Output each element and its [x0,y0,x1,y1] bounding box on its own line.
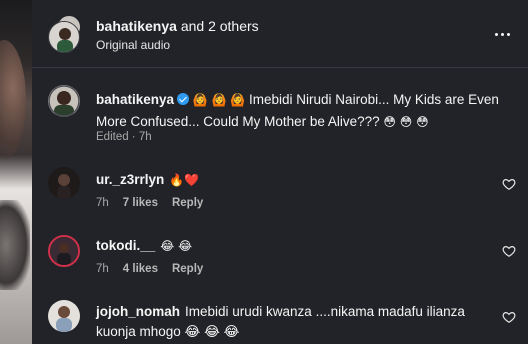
verified-badge-icon [177,93,190,105]
caption-emojis-lead: 🙆 🙆 🙆 [192,93,246,107]
others-label[interactable]: and 2 others [177,18,259,34]
video-edge [0,0,32,344]
comment-username[interactable]: jojoh_nomah [96,304,180,319]
like-heart-icon[interactable] [502,244,516,258]
commenter-avatar[interactable] [48,167,80,199]
author-username[interactable]: bahatikenya [96,18,177,34]
like-heart-icon[interactable] [502,310,516,324]
caption-text: bahatikenya 🙆 🙆 🙆 Imebidi Nirudi Nairobi… [96,89,516,133]
comment-body: 🔥❤️ [169,173,200,187]
like-heart-icon[interactable] [502,177,516,191]
comment-meta: 7h 7 likes Reply [96,197,203,209]
comment-text: ur._z3rrlyn 🔥❤️ [96,170,496,190]
comment-likes[interactable]: 4 likes [123,263,158,275]
comments-panel: bahatikenya and 2 others Original audio … [32,0,528,344]
commenter-avatar[interactable] [48,300,80,332]
author-avatar[interactable] [48,21,80,53]
more-options-icon[interactable] [492,24,512,44]
comment-time[interactable]: 7h [96,197,109,209]
comment-text: jojoh_nomah Imebidi urudi kwanza ....nika… [96,302,496,342]
comment-time[interactable]: 7h [96,263,109,275]
caption-emojis-tail: 😳 😳 😳 [383,115,429,129]
caption-avatar[interactable] [48,85,80,117]
reply-button[interactable]: Reply [172,197,203,209]
comment-text: tokodi.__ 😂 😂 [96,236,496,256]
comment-meta: 7h 4 likes Reply [96,263,203,275]
edited-label: Edited [96,131,129,143]
commenter-avatar[interactable] [48,235,80,267]
audio-label[interactable]: Original audio [96,38,170,52]
author-names: bahatikenya and 2 others [96,18,259,34]
comment-username[interactable]: ur._z3rrlyn [96,172,164,187]
caption-username[interactable]: bahatikenya [96,92,174,107]
comment-username[interactable]: tokodi.__ [96,238,155,253]
post-header: bahatikenya and 2 others Original audio [32,0,528,68]
caption-meta: Edited · 7h [96,131,152,143]
comment-likes[interactable]: 7 likes [123,197,158,209]
caption-time[interactable]: 7h [139,131,152,143]
reply-button[interactable]: Reply [172,263,203,275]
comment-body: 😂 😂 [160,239,193,253]
